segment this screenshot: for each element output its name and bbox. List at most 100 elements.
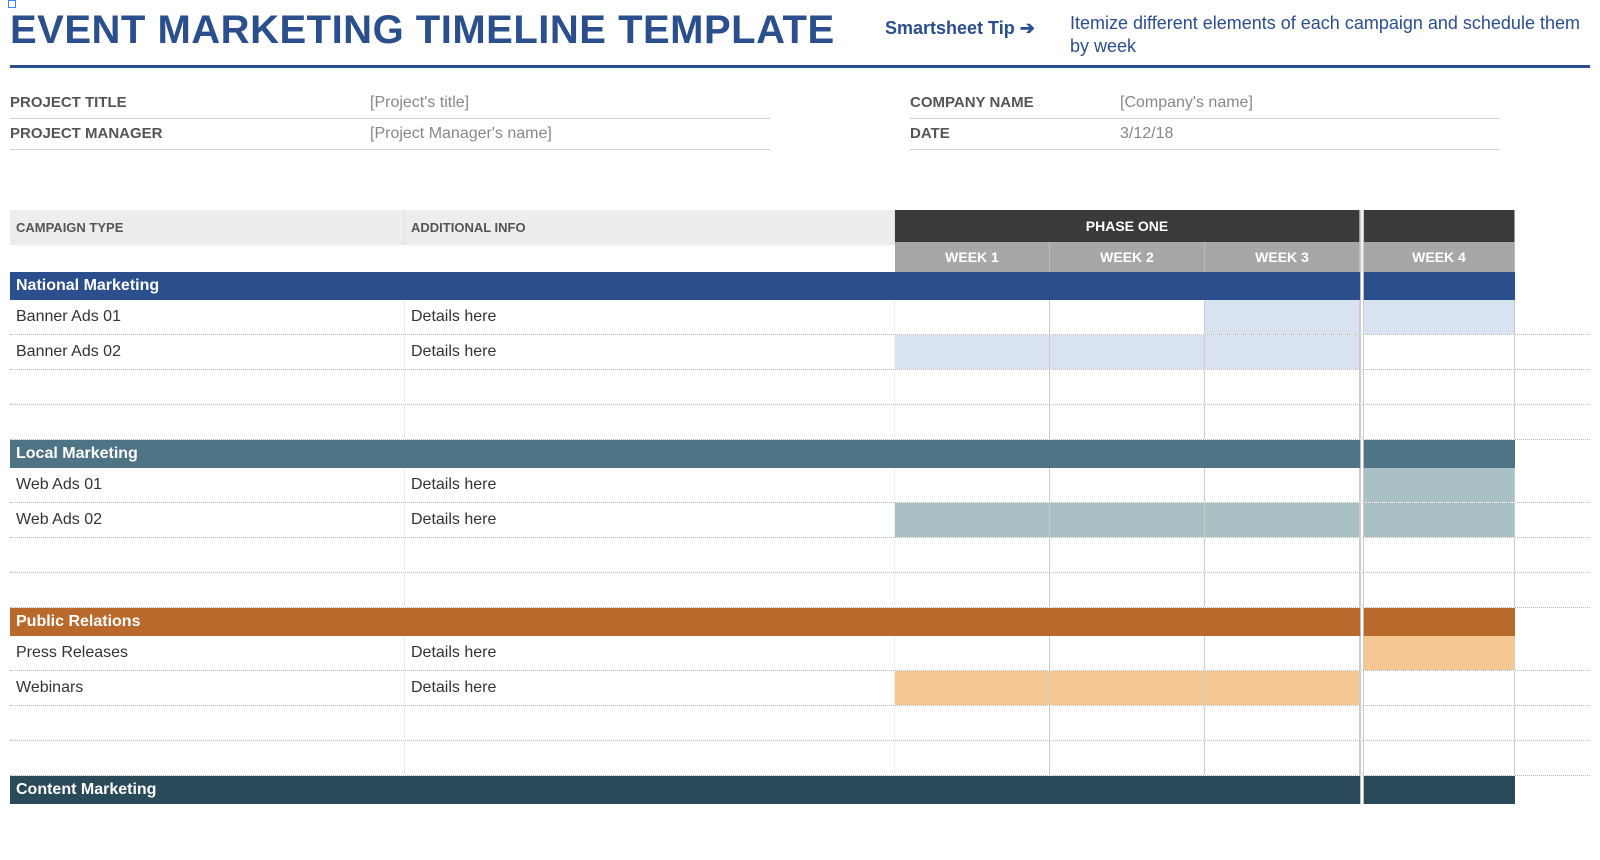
week-cell[interactable] bbox=[1364, 503, 1515, 537]
info-cell[interactable] bbox=[405, 573, 895, 607]
week-cell[interactable] bbox=[895, 405, 1050, 439]
week-cell[interactable] bbox=[895, 503, 1050, 537]
week-cell[interactable] bbox=[1205, 468, 1360, 502]
section-title: Content Marketing bbox=[10, 776, 895, 804]
meta-col-left: PROJECT TITLE [Project's title] PROJECT … bbox=[10, 88, 770, 150]
week-cell[interactable] bbox=[1205, 503, 1360, 537]
data-row: Press Releases Details here bbox=[10, 636, 1590, 671]
week-cell[interactable] bbox=[1364, 300, 1515, 334]
info-cell[interactable]: Details here bbox=[405, 468, 895, 502]
week-cell[interactable] bbox=[1205, 671, 1360, 705]
week-cell[interactable] bbox=[1364, 405, 1515, 439]
info-cell[interactable] bbox=[405, 741, 895, 775]
data-row: Banner Ads 02 Details here bbox=[10, 335, 1590, 370]
section-band-weeks bbox=[895, 272, 1360, 300]
section-band-weeks bbox=[895, 776, 1360, 804]
tip-description: Itemize different elements of each campa… bbox=[1070, 8, 1590, 59]
week-cell[interactable] bbox=[1050, 706, 1205, 740]
col-week4: WEEK 4 bbox=[1364, 242, 1515, 272]
week-cell[interactable] bbox=[1050, 468, 1205, 502]
info-cell[interactable]: Details here bbox=[405, 300, 895, 334]
week-cell[interactable] bbox=[1364, 741, 1515, 775]
data-row: Web Ads 02 Details here bbox=[10, 503, 1590, 538]
meta-row: PROJECT TITLE [Project's title] bbox=[10, 88, 770, 119]
section-band: Content Marketing bbox=[10, 776, 1590, 804]
selection-handle-icon bbox=[8, 0, 16, 8]
campaign-cell[interactable] bbox=[10, 370, 405, 404]
week-cell[interactable] bbox=[1364, 538, 1515, 572]
week-cell[interactable] bbox=[895, 468, 1050, 502]
meta-value[interactable]: [Company's name] bbox=[1120, 94, 1253, 112]
info-cell[interactable]: Details here bbox=[405, 636, 895, 670]
week-cell[interactable] bbox=[1205, 706, 1360, 740]
week-cell[interactable] bbox=[1050, 300, 1205, 334]
week-cell[interactable] bbox=[1050, 370, 1205, 404]
campaign-cell[interactable] bbox=[10, 538, 405, 572]
week-cell[interactable] bbox=[1364, 671, 1515, 705]
week-cell[interactable] bbox=[895, 741, 1050, 775]
section-band-tail bbox=[1364, 608, 1515, 636]
campaign-cell[interactable]: Webinars bbox=[10, 671, 405, 705]
week-cell[interactable] bbox=[895, 706, 1050, 740]
campaign-cell[interactable] bbox=[10, 741, 405, 775]
week-cell[interactable] bbox=[1205, 405, 1360, 439]
timeline-grid: CAMPAIGN TYPE ADDITIONAL INFO PHASE ONE … bbox=[10, 210, 1590, 804]
week-cell[interactable] bbox=[1050, 741, 1205, 775]
tip-text: Smartsheet Tip bbox=[885, 18, 1015, 38]
week-cell[interactable] bbox=[1205, 335, 1360, 369]
info-cell[interactable] bbox=[405, 405, 895, 439]
week-cell[interactable] bbox=[1364, 335, 1515, 369]
info-cell[interactable]: Details here bbox=[405, 335, 895, 369]
meta-label: DATE bbox=[910, 125, 1120, 143]
week-cell[interactable] bbox=[1050, 503, 1205, 537]
week-cell[interactable] bbox=[1050, 405, 1205, 439]
meta-value[interactable]: 3/12/18 bbox=[1120, 125, 1173, 143]
week-cell[interactable] bbox=[895, 370, 1050, 404]
week-cell[interactable] bbox=[1205, 636, 1360, 670]
campaign-cell[interactable]: Banner Ads 02 bbox=[10, 335, 405, 369]
meta-label: COMPANY NAME bbox=[910, 94, 1120, 112]
week-cell[interactable] bbox=[1364, 370, 1515, 404]
week-cell[interactable] bbox=[1364, 706, 1515, 740]
week-cell[interactable] bbox=[895, 335, 1050, 369]
week-cell[interactable] bbox=[895, 538, 1050, 572]
week-cell[interactable] bbox=[1050, 636, 1205, 670]
week-cell[interactable] bbox=[895, 300, 1050, 334]
week-cell[interactable] bbox=[1205, 741, 1360, 775]
campaign-cell[interactable]: Press Releases bbox=[10, 636, 405, 670]
week-cell[interactable] bbox=[1205, 573, 1360, 607]
campaign-cell[interactable] bbox=[10, 405, 405, 439]
info-cell[interactable]: Details here bbox=[405, 503, 895, 537]
week-cell[interactable] bbox=[1050, 335, 1205, 369]
info-cell[interactable] bbox=[405, 538, 895, 572]
week-cell[interactable] bbox=[895, 636, 1050, 670]
week-cell[interactable] bbox=[1364, 636, 1515, 670]
campaign-cell[interactable] bbox=[10, 706, 405, 740]
campaign-cell[interactable]: Banner Ads 01 bbox=[10, 300, 405, 334]
week-cell[interactable] bbox=[1205, 300, 1360, 334]
week-cell[interactable] bbox=[1205, 370, 1360, 404]
campaign-cell[interactable] bbox=[10, 573, 405, 607]
week-cell[interactable] bbox=[1050, 573, 1205, 607]
week-cell[interactable] bbox=[1050, 671, 1205, 705]
campaign-cell[interactable]: Web Ads 02 bbox=[10, 503, 405, 537]
phase-band: PHASE ONE bbox=[895, 210, 1360, 242]
week-cell[interactable] bbox=[1364, 573, 1515, 607]
week-cell[interactable] bbox=[1050, 538, 1205, 572]
meta-value[interactable]: [Project Manager's name] bbox=[370, 125, 552, 143]
info-cell[interactable]: Details here bbox=[405, 671, 895, 705]
info-cell[interactable] bbox=[405, 706, 895, 740]
week-cell[interactable] bbox=[895, 671, 1050, 705]
section-band: Local Marketing bbox=[10, 440, 1590, 468]
week-cell[interactable] bbox=[1205, 538, 1360, 572]
campaign-cell[interactable]: Web Ads 01 bbox=[10, 468, 405, 502]
data-row bbox=[10, 741, 1590, 776]
data-row bbox=[10, 370, 1590, 405]
info-cell[interactable] bbox=[405, 370, 895, 404]
week-cell[interactable] bbox=[1364, 468, 1515, 502]
week-cell[interactable] bbox=[895, 573, 1050, 607]
meta-value[interactable]: [Project's title] bbox=[370, 94, 469, 112]
tip-label[interactable]: Smartsheet Tip ➔ bbox=[885, 8, 1070, 39]
section-title: National Marketing bbox=[10, 272, 895, 300]
section-band-tail bbox=[1364, 440, 1515, 468]
